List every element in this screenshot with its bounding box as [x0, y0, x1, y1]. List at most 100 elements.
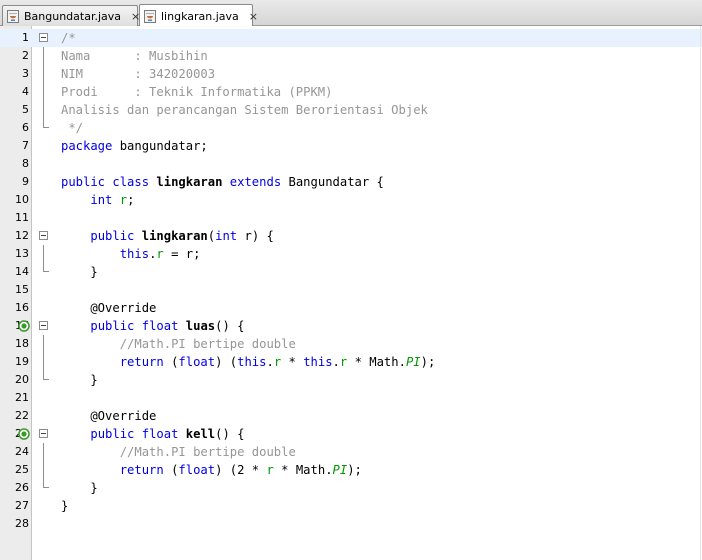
code-text[interactable]: int r;	[61, 191, 134, 209]
code-text[interactable]: public float luas() {	[61, 317, 244, 335]
code-line[interactable]: 14 }	[0, 263, 702, 281]
code-text[interactable]: Analisis dan perancangan Sistem Berorien…	[61, 101, 428, 119]
code-token: () {	[215, 319, 245, 333]
fold-toggle-icon[interactable]	[39, 33, 48, 42]
code-line[interactable]: 5 Analisis dan perancangan Sistem Berorie…	[0, 101, 702, 119]
code-line[interactable]: 19 return (float) (this.r * this.r * Mat…	[0, 353, 702, 371]
code-token: this	[237, 355, 267, 369]
code-line[interactable]: 7 package bangundatar;	[0, 137, 702, 155]
code-token: Nama : Musbihin	[61, 49, 208, 63]
fold-end-guide	[43, 119, 49, 128]
code-text[interactable]: public float kell() {	[61, 425, 244, 443]
tab-label: Bangundatar.java	[24, 9, 122, 23]
code-text[interactable]: Nama : Musbihin	[61, 47, 208, 65]
code-text[interactable]: }	[61, 263, 97, 281]
line-number: 26	[15, 481, 29, 494]
code-text[interactable]: @Override	[61, 407, 156, 425]
code-line[interactable]: 22 @Override	[0, 407, 702, 425]
code-line[interactable]: 11	[0, 209, 702, 227]
fold-toggle-icon[interactable]	[39, 321, 48, 330]
code-line[interactable]: 1 /*	[0, 29, 702, 47]
line-number: 11	[15, 211, 29, 224]
tab-lingkaran-java[interactable]: lingkaran.java ×	[139, 4, 258, 27]
code-line[interactable]: 4 Prodi : Teknik Informatika (PPKM)	[0, 83, 702, 101]
code-token: return	[119, 463, 164, 477]
code-editor[interactable]: 1 /* 2 Nama : Musbihin 3 NIM : 342020003 4 Prod…	[0, 26, 702, 560]
code-text[interactable]: public lingkaran(int r) {	[61, 227, 273, 245]
tab-bangundatar-java[interactable]: Bangundatar.java ×	[2, 5, 140, 26]
code-token: (	[163, 463, 179, 477]
code-token: luas	[185, 319, 216, 333]
code-line[interactable]: 3 NIM : 342020003	[0, 65, 702, 83]
code-line[interactable]: 28	[0, 515, 702, 533]
code-token: PI	[405, 355, 421, 369]
code-token: .	[332, 355, 340, 369]
code-text[interactable]: /*	[61, 29, 76, 47]
code-text[interactable]: //Math.PI bertipe double	[61, 335, 296, 353]
code-token: r	[156, 247, 164, 261]
code-token: @Override	[61, 301, 157, 315]
code-line[interactable]: 9 public class lingkaran extends Bangunda…	[0, 173, 702, 191]
code-line[interactable]: 27}	[0, 497, 702, 515]
code-token: public	[90, 229, 135, 243]
code-token: );	[347, 463, 362, 477]
fold-guide	[43, 47, 44, 65]
code-token: */	[61, 121, 84, 135]
line-number: 24	[15, 445, 29, 458]
code-text[interactable]: this.r = r;	[61, 245, 201, 263]
code-text[interactable]: return (float) (this.r * this.r * Math.P…	[61, 353, 436, 371]
code-text[interactable]: //Math.PI bertipe double	[61, 443, 296, 461]
fold-guide	[43, 245, 44, 263]
code-line[interactable]: 18 //Math.PI bertipe double	[0, 335, 702, 353]
line-number: 12	[15, 229, 29, 242]
code-token: r	[266, 463, 274, 477]
code-line[interactable]: 16 @Override	[0, 299, 702, 317]
code-line[interactable]: 21	[0, 389, 702, 407]
code-text[interactable]: }	[61, 371, 97, 389]
code-line[interactable]: 24 //Math.PI bertipe double	[0, 443, 702, 461]
fold-guide	[43, 83, 44, 101]
close-tab-icon[interactable]: ×	[249, 11, 258, 22]
code-line[interactable]: 6 */	[0, 119, 702, 137]
code-line[interactable]: 2 Nama : Musbihin	[0, 47, 702, 65]
code-text[interactable]: */	[61, 119, 83, 137]
line-number: 28	[15, 517, 29, 530]
code-text[interactable]: return (float) (2 * r * Math.PI);	[61, 461, 362, 479]
code-token: Analisis dan perancangan Sistem Berorien…	[61, 103, 428, 117]
code-line[interactable]: 8	[0, 155, 702, 173]
code-line[interactable]: 25 return (float) (2 * r * Math.PI);	[0, 461, 702, 479]
code-line[interactable]: 13 this.r = r;	[0, 245, 702, 263]
code-text[interactable]: @Override	[61, 299, 156, 317]
code-text[interactable]: }	[61, 497, 68, 515]
code-token: }	[61, 499, 69, 513]
code-line[interactable]: 10 int r;	[0, 191, 702, 209]
code-line[interactable]: 20 }	[0, 371, 702, 389]
code-token: ) (	[215, 355, 238, 369]
code-line[interactable]: 12 public lingkaran(int r) {	[0, 227, 702, 245]
code-text[interactable]: Prodi : Teknik Informatika (PPKM)	[61, 83, 333, 101]
code-line[interactable]: 15	[0, 281, 702, 299]
code-line[interactable]: 23 public float kell() {	[0, 425, 702, 443]
line-number: 20	[15, 373, 29, 386]
code-token: float	[141, 427, 179, 441]
code-text[interactable]: }	[61, 479, 97, 497]
line-number: 10	[15, 193, 29, 206]
code-text[interactable]: public class lingkaran extends Bangundat…	[61, 173, 384, 191]
fold-toggle-icon[interactable]	[39, 429, 48, 438]
fold-toggle-icon[interactable]	[39, 231, 48, 240]
override-method-icon[interactable]	[18, 320, 30, 332]
code-token: public	[90, 319, 135, 333]
code-text[interactable]: package bangundatar;	[61, 137, 208, 155]
code-line[interactable]: 26 }	[0, 479, 702, 497]
override-method-icon[interactable]	[18, 428, 30, 440]
line-number: 19	[15, 355, 29, 368]
code-text[interactable]: NIM : 342020003	[61, 65, 215, 83]
code-line[interactable]: 17 public float luas() {	[0, 317, 702, 335]
code-lines[interactable]: 1 /* 2 Nama : Musbihin 3 NIM : 342020003 4 Prod…	[0, 29, 702, 533]
